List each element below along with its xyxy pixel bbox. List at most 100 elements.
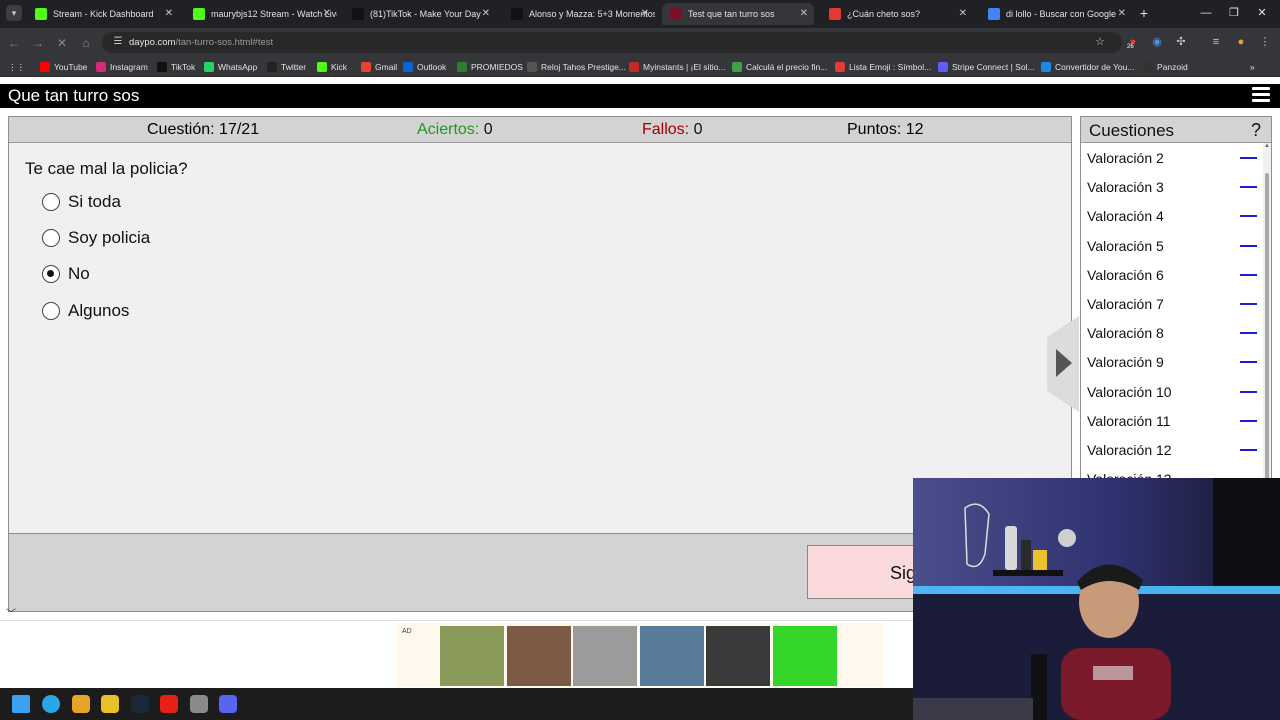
- browser-tab[interactable]: (81)TikTok - Make Your Day ✕: [344, 3, 496, 25]
- ad-product-thumbnail[interactable]: [772, 626, 837, 686]
- close-window-icon[interactable]: ✕: [1252, 4, 1272, 22]
- scroll-up-icon[interactable]: ▲: [1264, 143, 1270, 149]
- back-icon[interactable]: ←: [5, 34, 23, 52]
- bookmark-item[interactable]: Myinstants | ¡El sitio...: [629, 57, 726, 77]
- bookmark-item[interactable]: Convertidor de You...: [1041, 57, 1134, 77]
- answer-radio[interactable]: [42, 229, 60, 247]
- steam-icon[interactable]: [130, 695, 149, 713]
- bookmark-item[interactable]: Stripe Connect | Sol...: [938, 57, 1035, 77]
- file-explorer-icon[interactable]: [71, 695, 90, 713]
- answer-radio[interactable]: [42, 302, 60, 320]
- youtube-icon[interactable]: [160, 695, 178, 713]
- answer-label[interactable]: Soy policia: [68, 227, 150, 249]
- sidebar-question-item[interactable]: Valoración 8: [1087, 322, 1257, 344]
- tab-close-icon[interactable]: ✕: [482, 3, 490, 25]
- sidebar-question-item[interactable]: Valoración 10: [1087, 381, 1257, 403]
- browser-tab[interactable]: Stream - Kick Dashboard ✕: [27, 3, 179, 25]
- bookmark-item[interactable]: Lista Emoji : Símbol...: [835, 57, 931, 77]
- answer-option[interactable]: Si toda: [42, 191, 342, 213]
- bookmark-label: Instagram: [110, 62, 148, 72]
- bookmark-label: Reloj Tahos Prestige...: [541, 62, 626, 72]
- answer-option[interactable]: Algunos: [42, 300, 342, 322]
- discord-icon[interactable]: [219, 695, 237, 713]
- sidebar-question-item[interactable]: Valoración 12: [1087, 439, 1257, 461]
- bookmark-item[interactable]: TikTok: [157, 57, 195, 77]
- sidebar-question-item[interactable]: Valoración 3: [1087, 176, 1257, 198]
- unanswered-dash-icon: [1240, 449, 1257, 451]
- bookmark-item[interactable]: Instagram: [96, 57, 148, 77]
- bookmark-item[interactable]: YouTube: [40, 57, 87, 77]
- answer-label[interactable]: Si toda: [68, 191, 121, 213]
- extensions-puzzle-icon[interactable]: ✣: [1173, 34, 1189, 50]
- reading-list-icon[interactable]: ≡: [1208, 34, 1224, 50]
- tab-title: (81)TikTok - Make Your Day: [370, 9, 481, 19]
- folder-icon[interactable]: [101, 695, 119, 713]
- browser-tab[interactable]: ¿Cuán cheto sos? ✕: [821, 3, 973, 25]
- tab-close-icon[interactable]: ✕: [641, 3, 649, 25]
- bookmark-item[interactable]: PROMIEDOS: [457, 57, 523, 77]
- hamburger-menu-icon[interactable]: [1252, 87, 1270, 105]
- forward-icon[interactable]: →: [29, 34, 47, 52]
- answer-radio[interactable]: [42, 265, 60, 283]
- new-tab-button[interactable]: +: [1135, 4, 1153, 22]
- more-bookmarks-icon[interactable]: »: [1250, 57, 1255, 77]
- start-windows-icon[interactable]: [12, 695, 30, 713]
- answer-label[interactable]: Algunos: [68, 300, 129, 322]
- bookmark-star-icon[interactable]: ☆: [1092, 34, 1108, 50]
- bookmark-item[interactable]: Gmail: [361, 57, 397, 77]
- stop-loading-icon[interactable]: ✕: [53, 34, 71, 52]
- browser-menu-icon[interactable]: ⋮: [1257, 34, 1273, 50]
- ad-product-thumbnail[interactable]: [706, 626, 770, 686]
- help-icon[interactable]: ?: [1251, 117, 1261, 143]
- sidebar-question-item[interactable]: Valoración 7: [1087, 293, 1257, 315]
- maximize-icon[interactable]: ❐: [1224, 4, 1244, 22]
- tab-close-icon[interactable]: ✕: [165, 3, 173, 25]
- answer-radio[interactable]: [42, 193, 60, 211]
- ad-product-thumbnail[interactable]: [573, 626, 637, 686]
- bookmark-item[interactable]: Twitter: [267, 57, 306, 77]
- sidebar-question-item[interactable]: Valoración 6: [1087, 264, 1257, 286]
- browser-tab[interactable]: di lollo - Buscar con Google ✕: [980, 3, 1132, 25]
- chrome-icon[interactable]: [42, 695, 60, 713]
- apps-grid-icon[interactable]: ⋮⋮: [8, 57, 25, 77]
- tab-close-icon[interactable]: ✕: [800, 3, 808, 25]
- sidebar-scroll-thumb[interactable]: [1265, 173, 1269, 485]
- tab-close-icon[interactable]: ✕: [1118, 3, 1126, 25]
- sidebar-question-item[interactable]: Valoración 2: [1087, 147, 1257, 169]
- browser-tab[interactable]: maurybjs12 Stream - Watch Live ✕: [185, 3, 337, 25]
- browser-tab[interactable]: Test que tan turro sos ✕: [662, 3, 814, 25]
- sidebar-question-item[interactable]: Valoración 11: [1087, 410, 1257, 432]
- webcam-video: [913, 478, 1280, 720]
- site-info-icon[interactable]: ☰: [111, 35, 125, 49]
- bookmark-item[interactable]: WhatsApp: [204, 57, 257, 77]
- bookmark-item[interactable]: Calculá el precio fin...: [732, 57, 827, 77]
- sidebar-question-item[interactable]: Valoración 4: [1087, 205, 1257, 227]
- profile-avatar-icon[interactable]: ●: [1233, 34, 1249, 50]
- home-icon[interactable]: ⌂: [77, 34, 95, 52]
- tab-search-icon[interactable]: ▾: [6, 5, 22, 21]
- tab-close-icon[interactable]: ✕: [959, 3, 967, 25]
- ad-banner[interactable]: [396, 623, 884, 687]
- audio-icon[interactable]: ◉: [1149, 34, 1165, 50]
- correct-counter-label: Aciertos:: [417, 121, 480, 138]
- answer-option[interactable]: No: [42, 263, 342, 285]
- sidebar-scrollbar[interactable]: ▲: [1263, 143, 1271, 485]
- next-button[interactable]: Sig: [807, 545, 927, 599]
- tab-close-icon[interactable]: ✕: [323, 3, 331, 25]
- bookmark-item[interactable]: Reloj Tahos Prestige...: [527, 57, 626, 77]
- bookmark-favicon-icon: [732, 62, 742, 72]
- bookmark-item[interactable]: Kick: [317, 57, 347, 77]
- answer-label[interactable]: No: [68, 263, 90, 285]
- ad-product-thumbnail[interactable]: [440, 626, 504, 686]
- minimize-icon[interactable]: —: [1196, 4, 1216, 22]
- sidebar-question-item[interactable]: Valoración 9: [1087, 351, 1257, 373]
- address-bar[interactable]: ☰ daypo.com/tan-turro-sos.html#test: [102, 32, 1122, 53]
- bookmark-item[interactable]: Outlook: [403, 57, 446, 77]
- ad-product-thumbnail[interactable]: [506, 626, 571, 686]
- browser-tab[interactable]: Alonso y Mazza: 5+3 Momentos ✕: [503, 3, 655, 25]
- bookmark-item[interactable]: Panzoid: [1143, 57, 1188, 77]
- sidebar-question-item[interactable]: Valoración 5: [1087, 235, 1257, 257]
- answer-option[interactable]: Soy policia: [42, 227, 342, 249]
- ad-product-thumbnail[interactable]: [639, 626, 704, 686]
- obs-icon[interactable]: [189, 695, 208, 713]
